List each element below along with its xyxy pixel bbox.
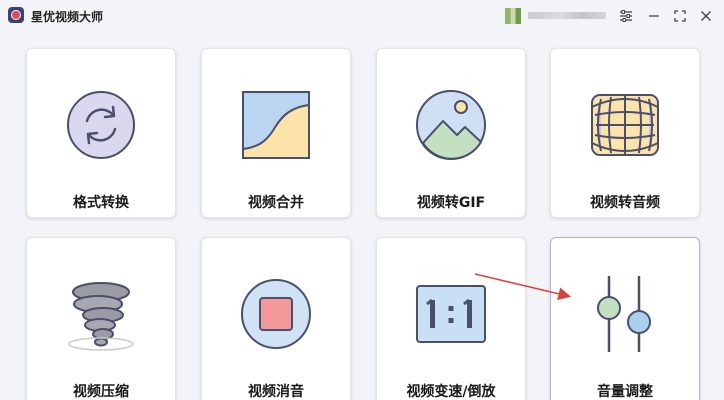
tool-card-volume-adjust[interactable]: 音量调整 — [550, 237, 700, 400]
tool-label: 视频变速/倒放 — [406, 384, 496, 400]
tornado-icon — [68, 282, 134, 351]
tool-label: 音量调整 — [597, 384, 653, 400]
app-logo-icon — [8, 7, 24, 23]
merge-chart-icon — [242, 91, 310, 159]
tool-card-video-to-audio[interactable]: 视频转音频 — [550, 48, 700, 218]
maximize-icon — [674, 10, 686, 22]
volume-sliders-icon — [597, 276, 651, 352]
avatar[interactable] — [505, 8, 521, 24]
tool-label: 视频合并 — [248, 195, 304, 211]
aspect-ratio-icon — [416, 285, 486, 343]
tool-card-video-to-gif[interactable]: 视频转GIF — [376, 48, 526, 218]
settings-button[interactable] — [617, 7, 635, 25]
stop-record-icon — [241, 279, 311, 349]
app-window: 星优视频大师 格式转换 视频合并 视频转GIF 视频转音频 视频压缩 视频消音 … — [0, 0, 724, 400]
close-button[interactable] — [697, 7, 715, 25]
image-landscape-icon — [416, 90, 486, 160]
convert-cycle-icon — [67, 91, 135, 159]
minimize-icon — [649, 15, 659, 17]
tool-label: 视频压缩 — [73, 384, 129, 400]
tool-card-video-speed-reverse[interactable]: 视频变速/倒放 — [376, 237, 526, 400]
maximize-button[interactable] — [671, 7, 689, 25]
minimize-button[interactable] — [645, 7, 663, 25]
tool-card-video-mute[interactable]: 视频消音 — [201, 237, 351, 400]
close-icon — [701, 11, 711, 21]
sliders-icon — [620, 10, 632, 22]
user-name[interactable] — [528, 12, 606, 19]
tool-label: 视频转GIF — [416, 195, 486, 211]
sphere-grid-icon — [591, 94, 659, 156]
tool-card-video-merge[interactable]: 视频合并 — [201, 48, 351, 218]
tool-card-format-convert[interactable]: 格式转换 — [26, 48, 176, 218]
app-title: 星优视频大师 — [31, 10, 104, 24]
title-bar: 星优视频大师 — [0, 0, 724, 32]
tool-card-video-compress[interactable]: 视频压缩 — [26, 237, 176, 400]
tool-label: 视频消音 — [248, 384, 304, 400]
tool-label: 视频转音频 — [590, 195, 660, 211]
tool-label: 格式转换 — [73, 195, 129, 211]
